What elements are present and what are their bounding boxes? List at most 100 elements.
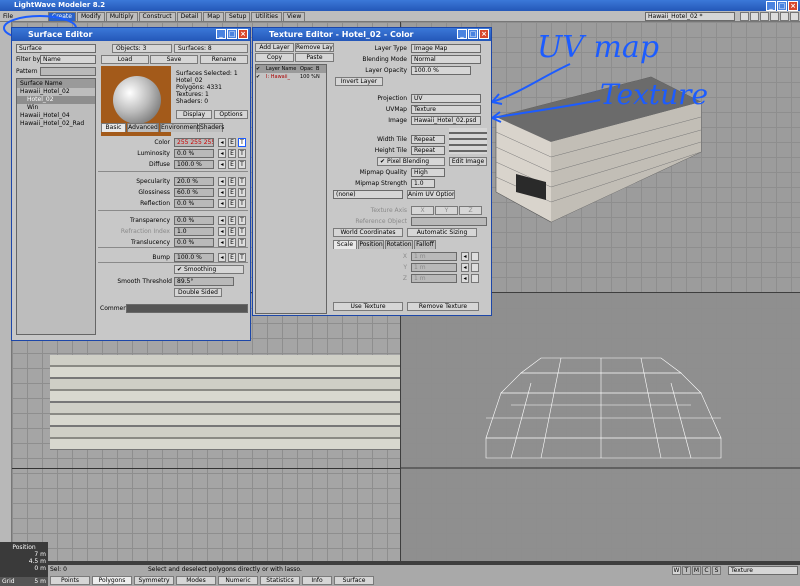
- minimize-button[interactable]: _: [766, 1, 776, 11]
- status-info-button[interactable]: Info: [302, 576, 332, 585]
- remove-texture-button[interactable]: Remove Texture: [407, 302, 479, 311]
- options-button[interactable]: Options: [214, 110, 248, 119]
- e-button[interactable]: E: [228, 177, 236, 186]
- e-button[interactable]: E: [228, 227, 236, 236]
- e-button[interactable]: [471, 274, 479, 283]
- tree-item[interactable]: Hawaii_Hotel_04: [17, 112, 95, 120]
- e-button[interactable]: E: [228, 188, 236, 197]
- minimize-button[interactable]: _: [216, 29, 226, 39]
- setting-height-tile[interactable]: Repeat: [411, 146, 445, 155]
- main-tab-modify[interactable]: Modify: [76, 12, 105, 21]
- envelope-button[interactable]: ◂: [218, 216, 226, 225]
- setting-width-tile[interactable]: Repeat: [411, 135, 445, 144]
- tool-icon[interactable]: [740, 12, 749, 21]
- surface-tree[interactable]: Surface Name Hawaii_Hotel_02 Hotel_02 Win H…: [16, 78, 96, 335]
- close-button[interactable]: ×: [479, 29, 489, 39]
- maximize-button[interactable]: □: [468, 29, 478, 39]
- e-button[interactable]: [471, 263, 479, 272]
- rename-button[interactable]: Rename: [200, 55, 248, 64]
- setting-mipmap-quality[interactable]: High: [411, 168, 445, 177]
- envelope-button[interactable]: ◂: [218, 253, 226, 262]
- status-symmetry-button[interactable]: Symmetry: [134, 576, 174, 585]
- anim-uv-button[interactable]: Anim UV Options: [407, 190, 455, 199]
- tab-position[interactable]: Position: [358, 240, 384, 249]
- t-button[interactable]: T: [238, 149, 246, 158]
- t-button[interactable]: T: [238, 188, 246, 197]
- prop-value[interactable]: 0.0 %: [174, 199, 214, 208]
- main-tab-view[interactable]: View: [283, 12, 306, 21]
- object-select[interactable]: Hawaii_Hotel_02 *: [645, 12, 735, 21]
- prop-value[interactable]: 255 255 255: [174, 138, 214, 147]
- tree-item[interactable]: Hotel_02: [17, 96, 95, 104]
- t-button[interactable]: T: [238, 227, 246, 236]
- tab-shaders[interactable]: Shaders: [199, 123, 224, 132]
- world-coords-checkbox[interactable]: World Coordinates: [333, 228, 403, 237]
- status-numeric-button[interactable]: Numeric: [218, 576, 258, 585]
- prop-value[interactable]: 1.0: [174, 227, 214, 236]
- setting-image[interactable]: Hawaii_Hotel_02.psd: [411, 116, 481, 125]
- setting-opacity[interactable]: 100.0 %: [411, 66, 471, 75]
- tab-basic[interactable]: Basic: [101, 123, 126, 132]
- tool-icon[interactable]: [760, 12, 769, 21]
- view-letter-button[interactable]: W: [672, 566, 681, 575]
- tool-icon[interactable]: [790, 12, 799, 21]
- edit-image-button[interactable]: Edit Image: [449, 157, 487, 166]
- auto-sizing-button[interactable]: Automatic Sizing: [407, 228, 477, 237]
- maximize-button[interactable]: □: [227, 29, 237, 39]
- paste-button[interactable]: Paste: [295, 53, 334, 62]
- e-button[interactable]: E: [228, 199, 236, 208]
- setting-layer-type[interactable]: Image Map: [411, 44, 481, 53]
- tree-item[interactable]: Hawaii_Hotel_02_Rad: [17, 120, 95, 128]
- smooth-threshold-input[interactable]: 89.5°: [174, 277, 234, 286]
- envelope-button[interactable]: ◂: [218, 160, 226, 169]
- t-button[interactable]: T: [238, 160, 246, 169]
- e-button[interactable]: E: [228, 216, 236, 225]
- envelope-button[interactable]: ◂: [461, 274, 469, 283]
- prop-value[interactable]: 0.0 %: [174, 238, 214, 247]
- tab-falloff[interactable]: Falloff: [414, 240, 436, 249]
- e-button[interactable]: E: [228, 238, 236, 247]
- prop-value[interactable]: 60.0 %: [174, 188, 214, 197]
- minimize-button[interactable]: _: [457, 29, 467, 39]
- add-layer-button[interactable]: Add Layer: [255, 43, 294, 52]
- tab-rotation[interactable]: Rotation: [385, 240, 413, 249]
- envelope-button[interactable]: ◂: [218, 238, 226, 247]
- view-letter-button[interactable]: S: [712, 566, 721, 575]
- envelope-button[interactable]: ◂: [218, 188, 226, 197]
- prop-value[interactable]: 100.0 %: [174, 253, 214, 262]
- view-letter-button[interactable]: M: [692, 566, 701, 575]
- main-tab-multiply[interactable]: Multiply: [105, 12, 138, 21]
- envelope-button[interactable]: ◂: [461, 252, 469, 261]
- tree-item[interactable]: Win: [17, 104, 95, 112]
- texture-mode-select[interactable]: Texture: [728, 566, 798, 575]
- tool-icon[interactable]: [770, 12, 779, 21]
- invert-layer-button[interactable]: Invert Layer: [335, 77, 383, 86]
- prop-value[interactable]: 0.0 %: [174, 149, 214, 158]
- main-tab-setup[interactable]: Setup: [224, 12, 251, 21]
- status-statistics-button[interactable]: Statistics: [260, 576, 300, 585]
- smoothing-checkbox[interactable]: ✔ Smoothing: [174, 265, 244, 274]
- edit-by-select[interactable]: Surface: [16, 44, 96, 53]
- use-texture-button[interactable]: Use Texture: [333, 302, 403, 311]
- main-tab-map[interactable]: Map: [203, 12, 224, 21]
- save-button[interactable]: Save: [150, 55, 198, 64]
- prop-value[interactable]: 0.0 %: [174, 216, 214, 225]
- e-button[interactable]: E: [228, 160, 236, 169]
- setting-uvmap[interactable]: Texture: [411, 105, 481, 114]
- view-letter-button[interactable]: T: [682, 566, 691, 575]
- t-button[interactable]: T: [238, 199, 246, 208]
- main-tab-utilities[interactable]: Utilities: [251, 12, 283, 21]
- tree-item[interactable]: Hawaii_Hotel_02: [17, 88, 95, 96]
- scale-value[interactable]: 1 m: [411, 274, 457, 283]
- setting-blending[interactable]: Normal: [411, 55, 481, 64]
- t-button[interactable]: T: [238, 216, 246, 225]
- pixel-blending-checkbox[interactable]: ✔ Pixel Blending: [377, 157, 445, 166]
- status-modes-button[interactable]: Modes: [176, 576, 216, 585]
- envelope-button[interactable]: ◂: [218, 199, 226, 208]
- status-polygons-button[interactable]: Polygons: [92, 576, 132, 585]
- e-button[interactable]: E: [228, 149, 236, 158]
- main-tab-construct[interactable]: Construct: [138, 12, 176, 21]
- layer-row[interactable]: ✔ I: Hawaii_ 100 % N: [256, 73, 326, 81]
- setting-projection[interactable]: UV: [411, 94, 481, 103]
- tool-icon[interactable]: [750, 12, 759, 21]
